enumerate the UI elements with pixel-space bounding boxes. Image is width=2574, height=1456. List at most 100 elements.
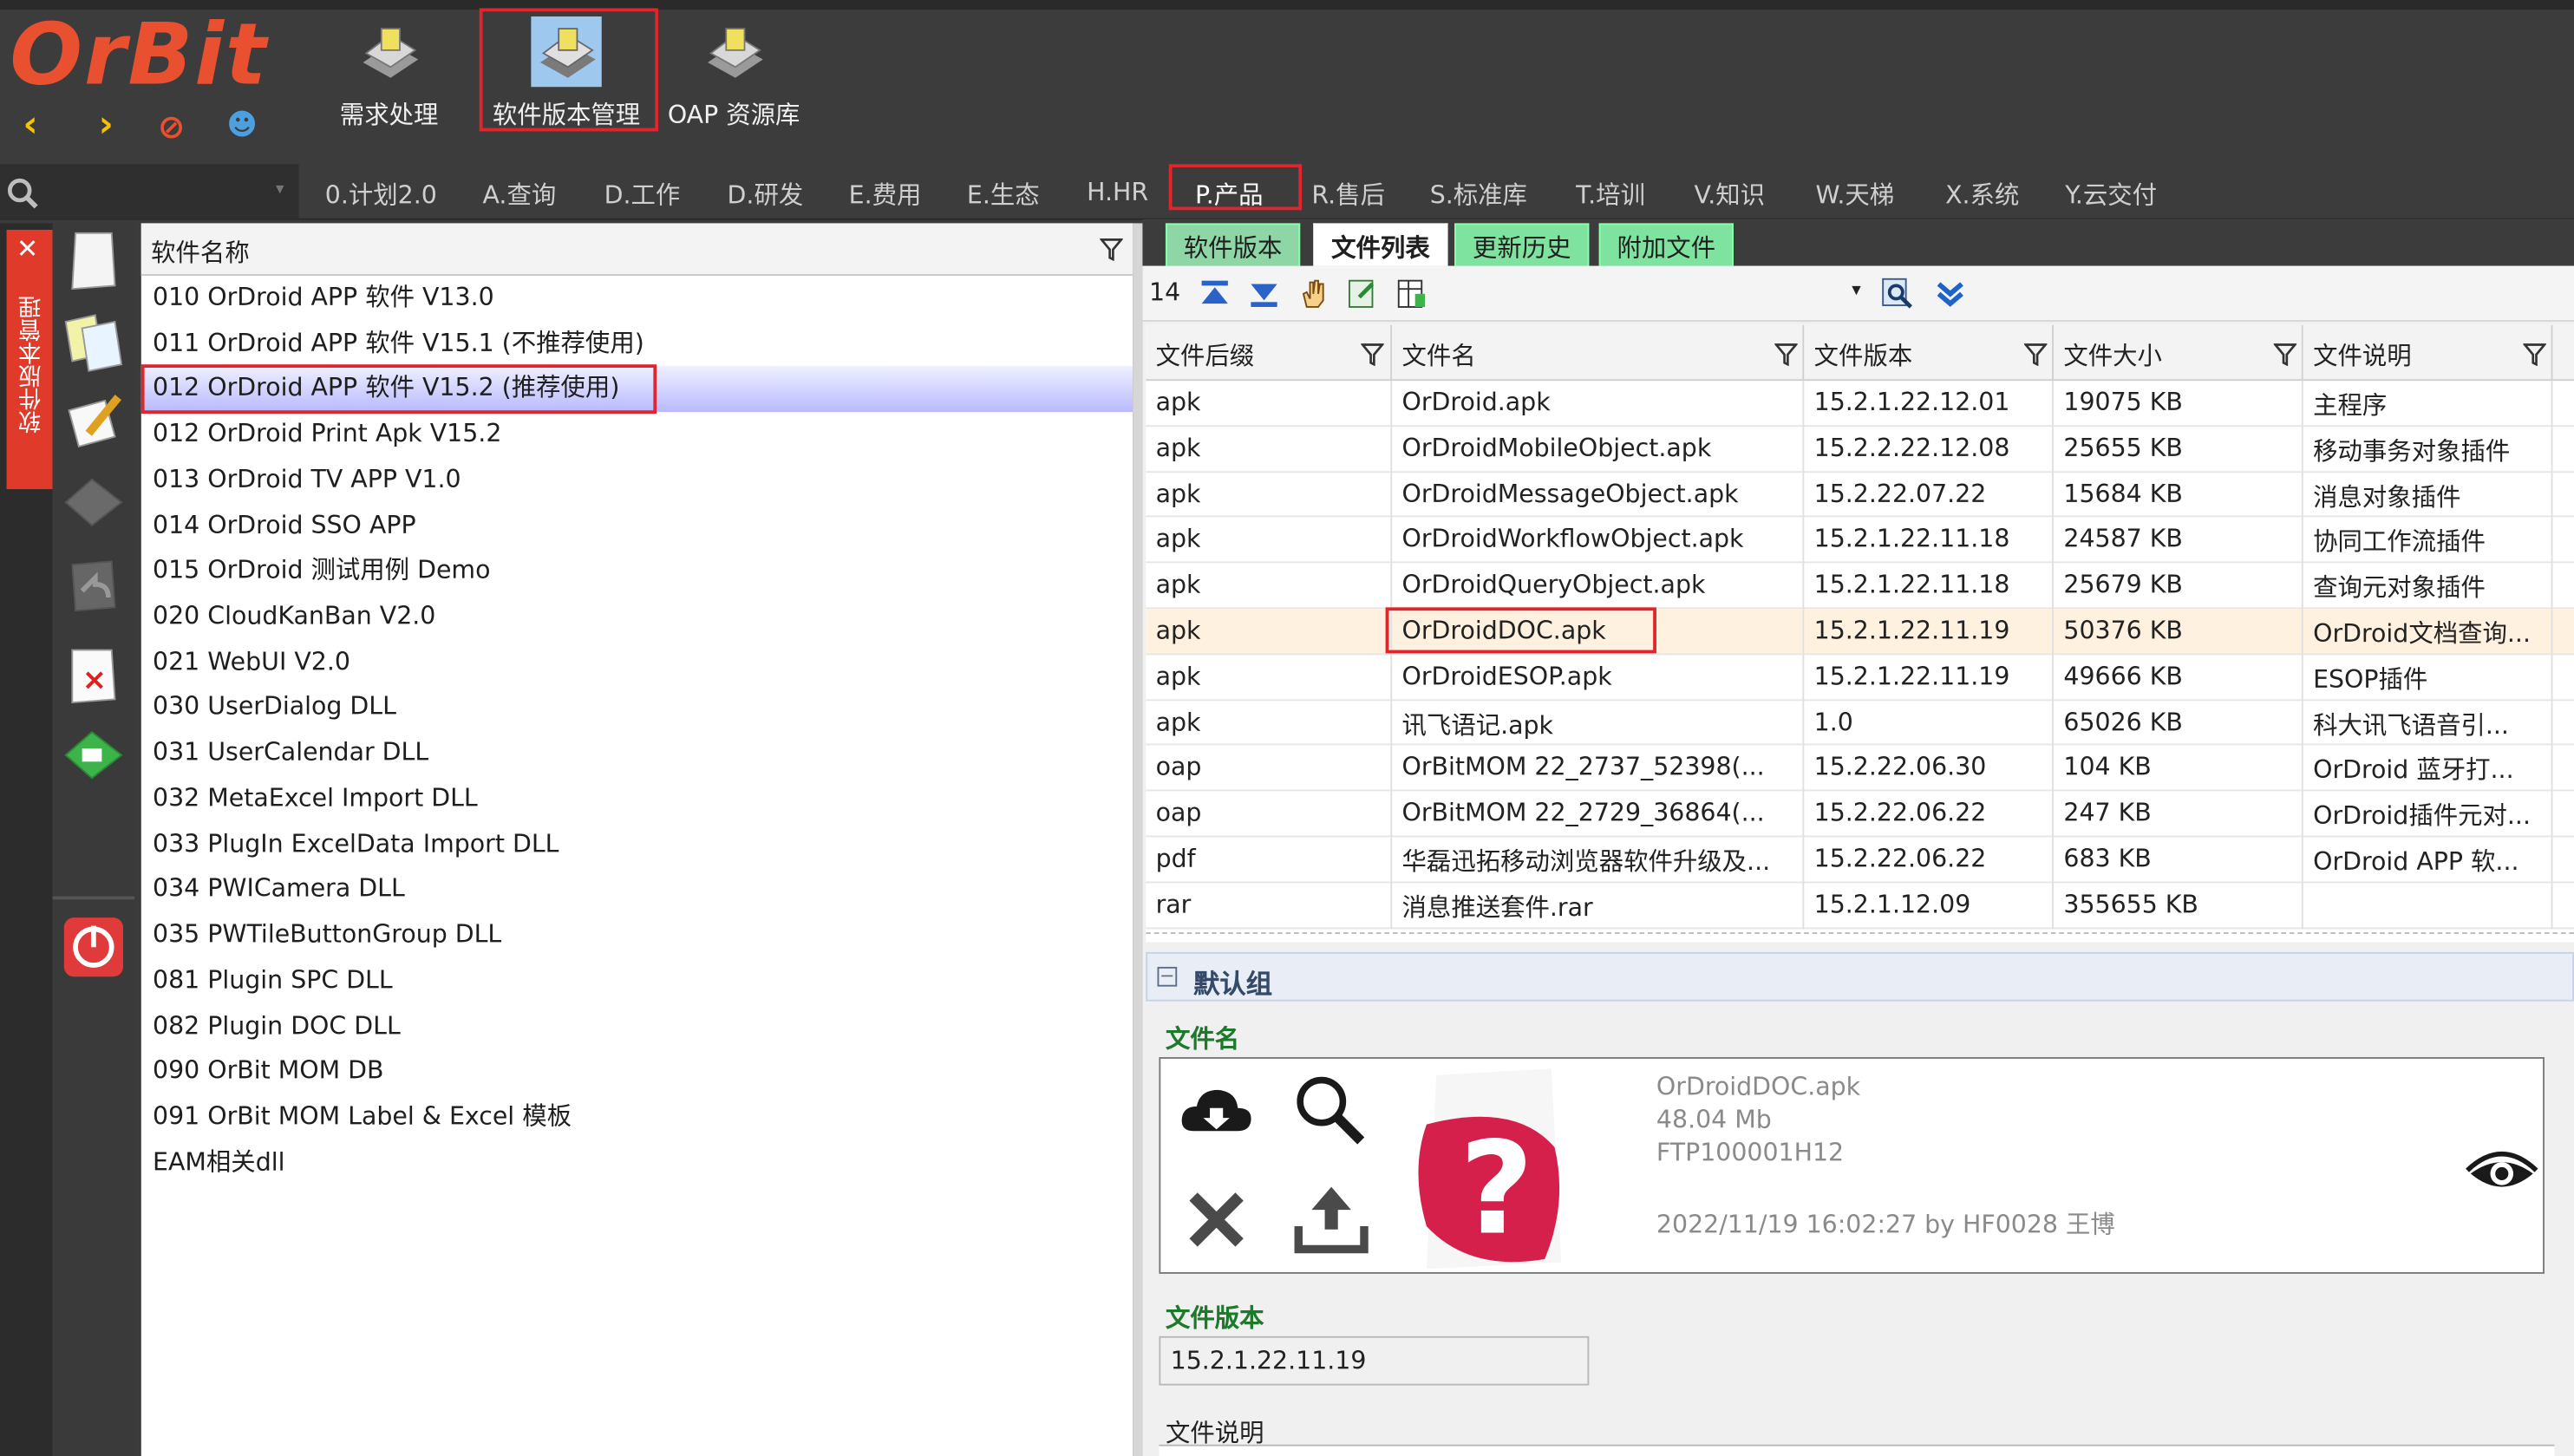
table-row[interactable]: oap OrBitMOM 22_2729_36864(... 15.2.22.06.…: [1146, 791, 2574, 838]
table-cell: 消息对象插件: [2303, 472, 2553, 519]
copy-document-icon[interactable]: [59, 305, 128, 375]
menu-item[interactable]: A.查询: [483, 177, 557, 212]
chevron-down-icon[interactable]: ▾: [1852, 279, 1860, 301]
list-item[interactable]: 015 OrDroid 测试用例 Demo: [141, 549, 1133, 594]
tab-update-history[interactable]: 更新历史: [1454, 223, 1590, 266]
undo-icon[interactable]: [59, 552, 128, 621]
delete-document-icon[interactable]: ×: [59, 640, 128, 709]
close-icon[interactable]: ✕: [16, 233, 38, 264]
list-item[interactable]: 031 UserCalendar DLL: [141, 731, 1133, 776]
list-item[interactable]: 032 MetaExcel Import DLL: [141, 776, 1133, 821]
table-row[interactable]: apk OrDroidWorkflowObject.apk 15.2.1.22.11…: [1146, 518, 2574, 564]
list-item[interactable]: EAM相关dll: [141, 1140, 1133, 1185]
table-row[interactable]: apk OrDroidMessageObject.apk 15.2.22.07.22…: [1146, 472, 2574, 519]
forward-icon[interactable]: ›: [99, 108, 114, 145]
table-row[interactable]: oap OrBitMOM 22_2737_52398(... 15.2.22.06.…: [1146, 746, 2574, 792]
list-item[interactable]: 081 Plugin SPC DLL: [141, 958, 1133, 1003]
hand-icon[interactable]: [1297, 277, 1329, 310]
menu-item[interactable]: R.售后: [1311, 177, 1385, 212]
filter-icon[interactable]: [1774, 343, 1798, 367]
table-row[interactable]: rar 消息推送套件.rar 15.2.1.12.09 355655 KB: [1146, 882, 2574, 929]
filter-icon[interactable]: [2523, 343, 2546, 367]
file-version-field[interactable]: 15.2.1.22.11.19: [1159, 1335, 1590, 1386]
grid-settings-icon[interactable]: [1395, 277, 1428, 310]
power-off-icon[interactable]: [59, 912, 128, 982]
list-item[interactable]: 035 PWTileButtonGroup DLL: [141, 913, 1133, 958]
menu-item[interactable]: D.工作: [604, 177, 681, 212]
ribbon-oap-button[interactable]: OAP 资源库: [660, 10, 807, 131]
close-icon[interactable]: [1184, 1187, 1250, 1253]
list-item[interactable]: 020 CloudKanBan V2.0: [141, 594, 1133, 639]
table-row[interactable]: apk OrDroidMobileObject.apk 15.2.2.22.12.0…: [1146, 426, 2574, 473]
list-item[interactable]: 011 OrDroid APP 软件 V15.1 (不推荐使用): [141, 321, 1133, 366]
tab-file-list[interactable]: 文件列表: [1313, 223, 1448, 266]
table-row[interactable]: apk OrDroid.apk 15.2.1.22.12.01 19075 KB 主程序: [1146, 381, 2574, 427]
menu-item[interactable]: X.系统: [1945, 177, 2019, 212]
menu-item[interactable]: T.培训: [1576, 177, 1645, 212]
expand-down-icon[interactable]: [1934, 277, 1967, 310]
menu-item[interactable]: V.知识: [1694, 177, 1765, 212]
export-icon[interactable]: [1346, 277, 1379, 310]
layers-icon[interactable]: [59, 469, 128, 539]
collapse-icon[interactable]: −: [1157, 967, 1178, 987]
list-item[interactable]: 021 WebUI V2.0: [141, 640, 1133, 685]
table-row[interactable]: apk OrDroidQueryObject.apk 15.2.1.22.11.18…: [1146, 563, 2574, 610]
chevron-down-icon[interactable]: ▾: [276, 180, 284, 199]
list-item[interactable]: 010 OrDroid APP 软件 V13.0: [141, 276, 1133, 321]
export-excel-icon[interactable]: [59, 722, 128, 792]
list-item[interactable]: 012 OrDroid Print Apk V15.2: [141, 412, 1133, 457]
new-document-icon[interactable]: [59, 226, 128, 296]
search-input[interactable]: ▾: [0, 164, 299, 220]
column-header[interactable]: 文件名: [1392, 324, 1805, 382]
list-item[interactable]: 030 UserDialog DLL: [141, 685, 1133, 730]
filter-icon[interactable]: [2273, 343, 2297, 367]
table-row[interactable]: apk OrDroidESOP.apk 15.2.1.22.11.19 49666 K…: [1146, 654, 2574, 701]
list-item[interactable]: 014 OrDroid SSO APP: [141, 503, 1133, 548]
menu-item[interactable]: 0.计划2.0: [325, 177, 437, 212]
cloud-download-icon[interactable]: [1177, 1081, 1256, 1140]
file-description-field[interactable]: [1159, 1444, 2555, 1456]
move-bottom-icon[interactable]: [1248, 277, 1281, 310]
eye-icon[interactable]: [2464, 1134, 2539, 1200]
list-item[interactable]: 034 PWICamera DLL: [141, 867, 1133, 912]
list-item[interactable]: 090 OrBit MOM DB: [141, 1049, 1133, 1094]
column-header[interactable]: 文件版本: [1804, 324, 2055, 382]
table-row[interactable]: apk OrDroidDOC.apk 15.2.1.22.11.19 50376 KB…: [1146, 609, 2574, 655]
table-cell: 49666 KB: [2054, 654, 2303, 701]
list-item[interactable]: 033 PlugIn ExcelData Import DLL: [141, 822, 1133, 867]
menu-item[interactable]: Y.云交付: [2065, 177, 2157, 212]
menu-item[interactable]: H.HR: [1087, 177, 1148, 206]
menu-item[interactable]: W.天梯: [1816, 177, 1895, 212]
menu-bar: ▾ 0.计划2.0 A.查询 D.工作 D.研发 E.费用 E.生态 H.HR …: [0, 164, 2574, 220]
filter-icon[interactable]: [2023, 343, 2048, 367]
menu-item[interactable]: E.费用: [849, 177, 922, 212]
menu-item[interactable]: S.标准库: [1430, 177, 1527, 212]
users-icon[interactable]: ☻: [226, 108, 258, 145]
menu-item[interactable]: E.生态: [967, 177, 1040, 212]
search-icon[interactable]: [1881, 277, 1914, 310]
filter-icon[interactable]: [1361, 343, 1384, 367]
search-icon[interactable]: [1292, 1072, 1371, 1147]
ribbon-requirement-button[interactable]: 需求处理: [329, 10, 450, 131]
column-header[interactable]: 文件后缀: [1146, 324, 1393, 382]
list-item[interactable]: 091 OrBit MOM Label & Excel 模板: [141, 1094, 1133, 1139]
list-item[interactable]: 082 Plugin DOC DLL: [141, 1004, 1133, 1049]
column-header[interactable]: 文件大小: [2054, 324, 2303, 382]
column-header[interactable]: 文件说明: [2303, 324, 2553, 382]
back-icon[interactable]: ‹: [23, 108, 38, 145]
upload-icon[interactable]: [1292, 1184, 1371, 1256]
stop-icon[interactable]: ⊘: [158, 108, 186, 145]
table-row[interactable]: pdf 华磊迅拓移动浏览器软件升级及... 15.2.22.06.22 683 KB O…: [1146, 837, 2574, 883]
menu-item[interactable]: D.研发: [728, 177, 804, 212]
highlight-box: [1385, 607, 1656, 654]
tab-attachments[interactable]: 附加文件: [1598, 223, 1734, 266]
list-item[interactable]: 013 OrDroid TV APP V1.0: [141, 458, 1133, 503]
filter-icon[interactable]: [1100, 238, 1123, 261]
move-top-icon[interactable]: [1199, 277, 1231, 310]
tab-software-version[interactable]: 软件版本: [1165, 223, 1301, 266]
side-tab-version[interactable]: ✕ 软件版本管理: [6, 230, 53, 490]
group-header[interactable]: − 默认组: [1146, 951, 2574, 1002]
splitter[interactable]: [1133, 223, 1143, 1456]
edit-icon[interactable]: [59, 388, 128, 457]
table-row[interactable]: apk 讯飞语记.apk 1.0 65026 KB 科大讯飞语音引...: [1146, 700, 2574, 747]
